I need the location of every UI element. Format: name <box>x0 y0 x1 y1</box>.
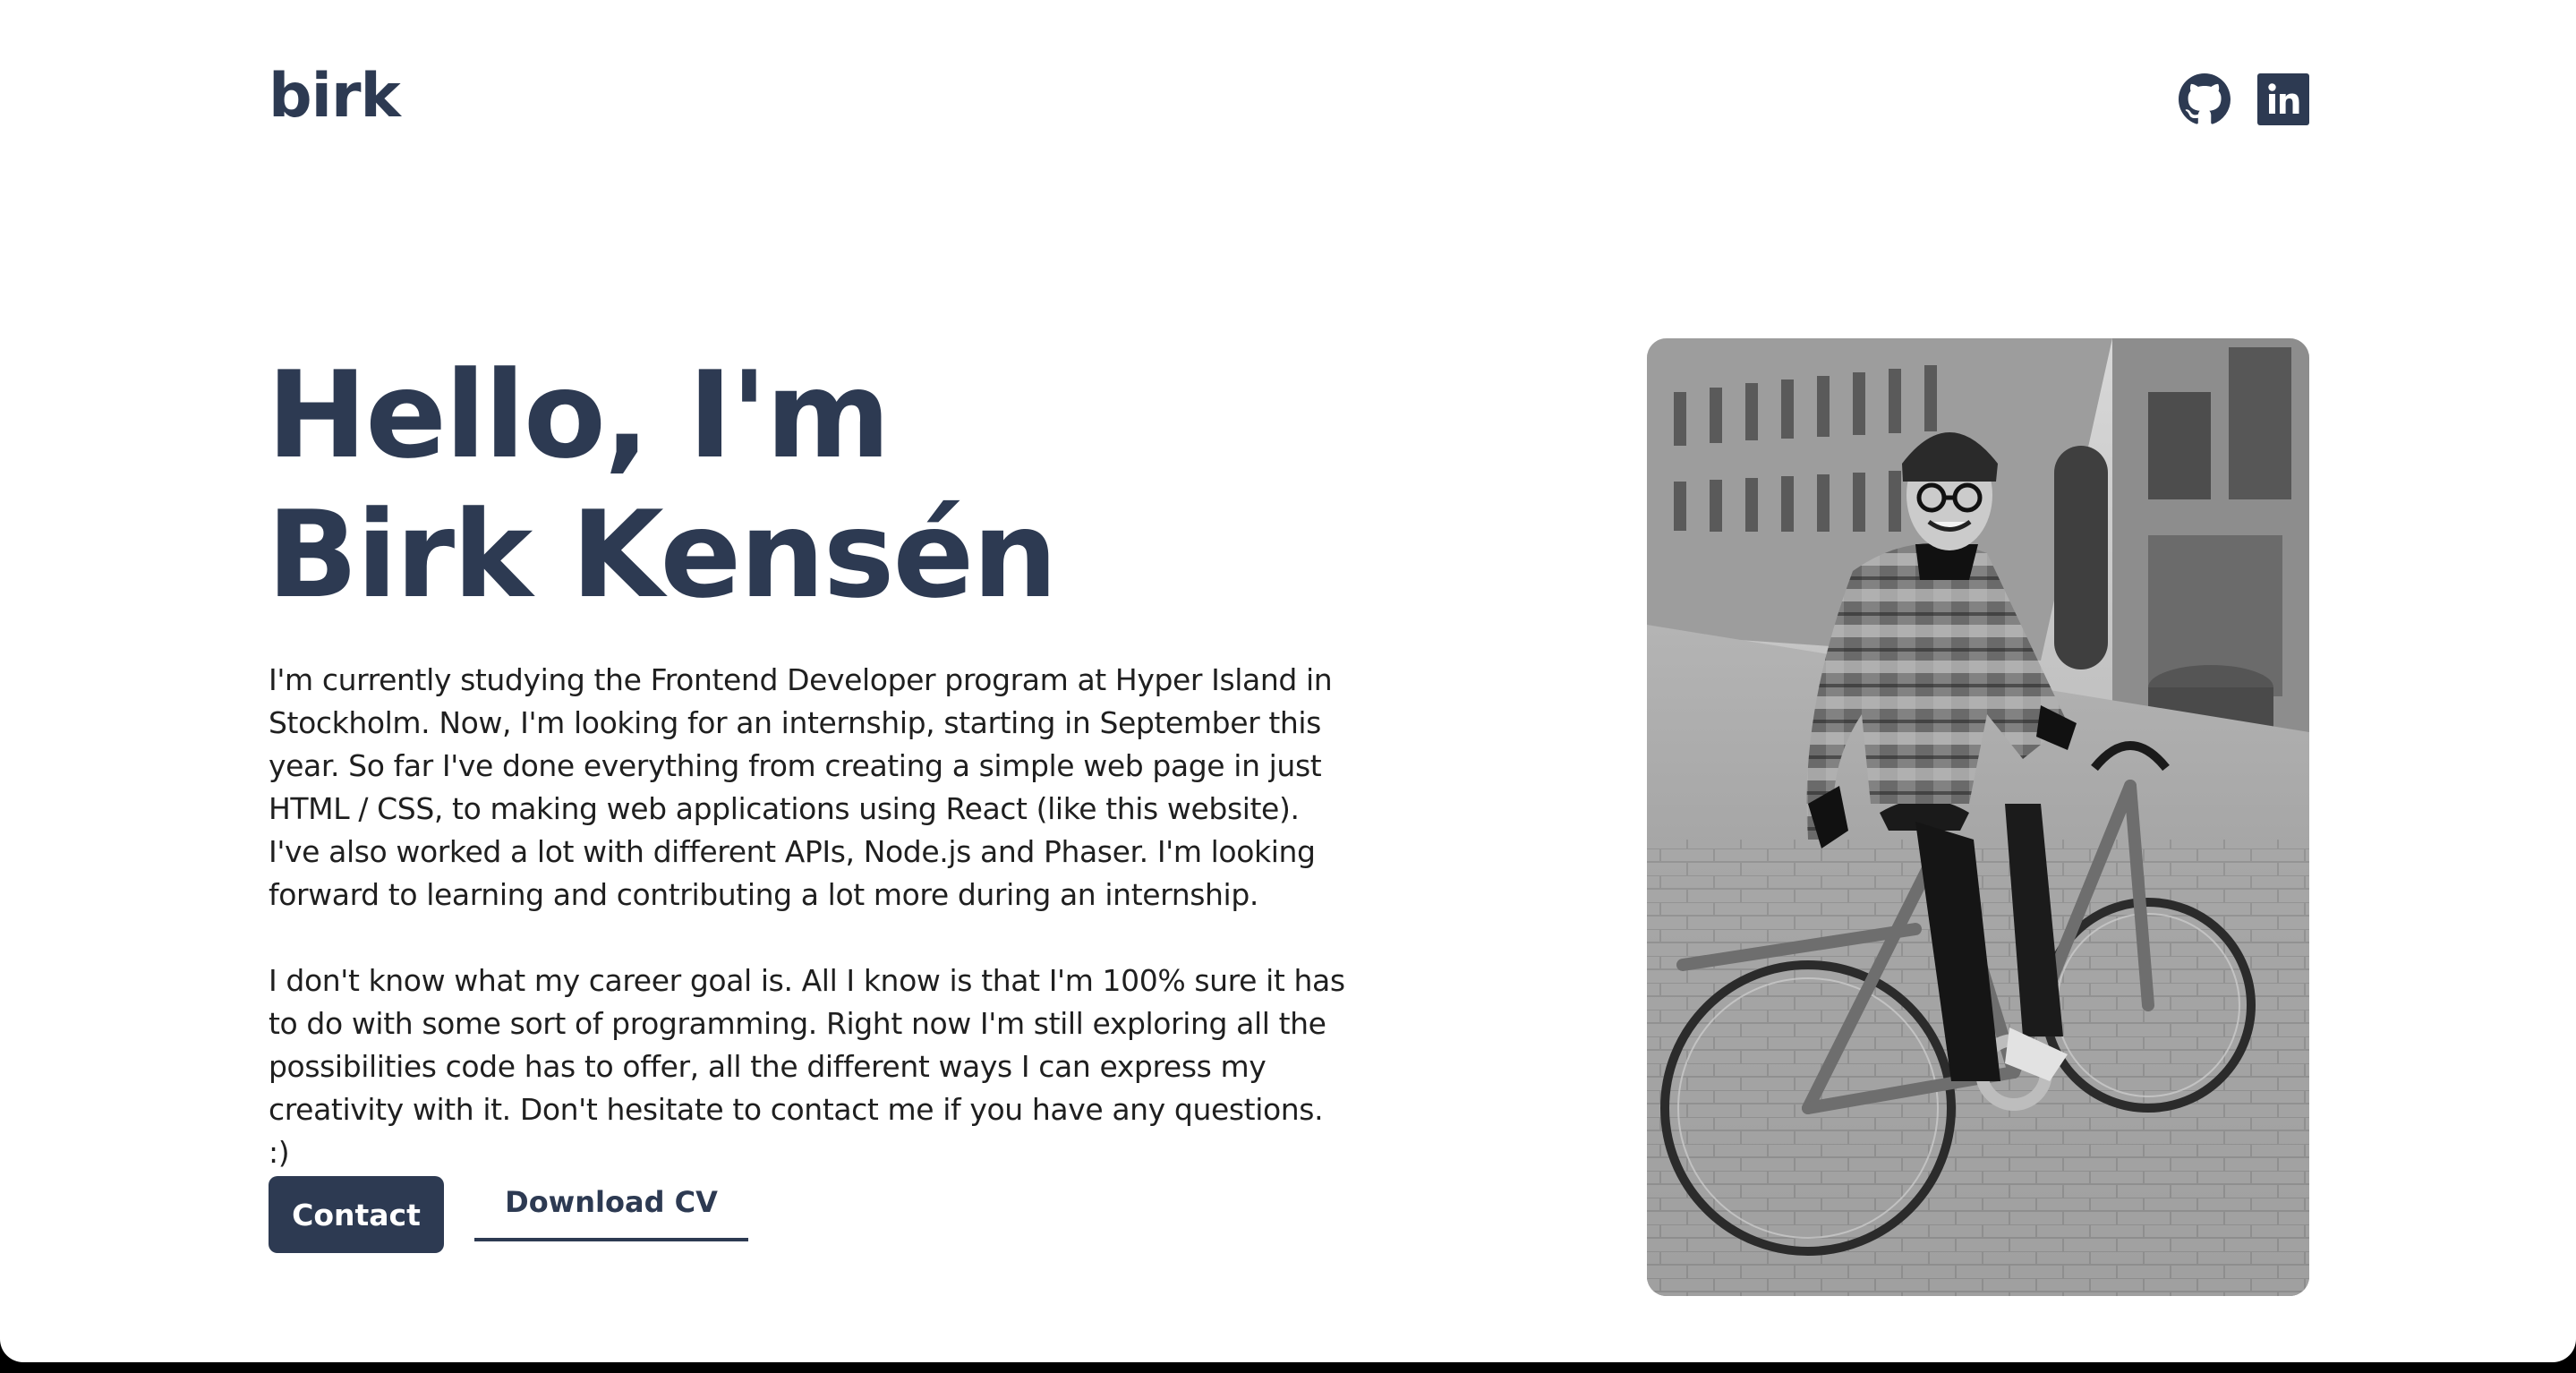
linkedin-link[interactable] <box>2257 73 2309 125</box>
headline-line-2: Birk Kensén <box>267 485 1058 625</box>
site-logo[interactable]: birk <box>269 66 401 127</box>
intro-paragraph-2: I don't know what my career goal is. All… <box>269 963 1345 1170</box>
contact-button[interactable]: Contact <box>269 1176 444 1253</box>
headline-line-1: Hello, I'm <box>267 345 891 485</box>
github-icon <box>2179 73 2231 124</box>
hero-headline: Hello, I'm Birk Kensén <box>267 345 1058 625</box>
linkedin-icon <box>2257 73 2309 125</box>
page: birk Hello, I'm Birk Kensén I'm currentl… <box>0 0 2576 1362</box>
intro-paragraph-1: I'm currently studying the Frontend Deve… <box>269 662 1333 912</box>
download-cv-link[interactable]: Download CV <box>474 1175 748 1241</box>
github-link[interactable] <box>2179 73 2231 125</box>
profile-photo-illustration <box>1647 338 2309 1296</box>
social-links <box>2179 73 2309 125</box>
profile-photo <box>1647 338 2309 1296</box>
hero-actions: Contact Download CV <box>269 1176 748 1253</box>
